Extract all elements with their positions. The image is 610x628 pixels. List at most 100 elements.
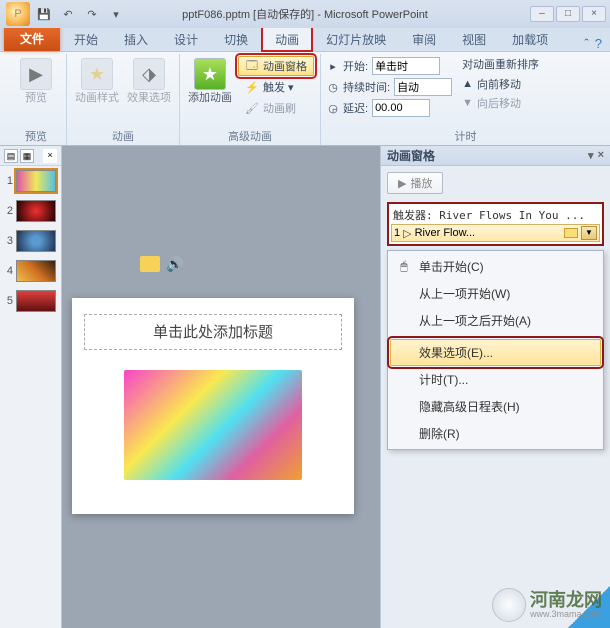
quick-access-toolbar: P 💾 ↶ ↷ ▾ xyxy=(0,2,132,26)
slide-canvas[interactable]: 🔊 单击此处添加标题 xyxy=(62,146,380,628)
delay-icon: ◶ xyxy=(327,102,339,115)
menu-hide-advanced[interactable]: 隐藏高级日程表(H) xyxy=(390,393,601,420)
workspace: ▤ ▦ × 1 2 3 4 5 🔊 单击此处添加标题 动画窗格 ▾× ▶ 播放 … xyxy=(0,146,610,628)
trigger-group: 触发器: River Flows In You ... 1 ▷ River Fl… xyxy=(387,202,604,246)
watermark-logo-icon xyxy=(492,588,526,622)
mouse-icon: 🖱 xyxy=(395,259,413,275)
delay-input[interactable] xyxy=(372,99,430,117)
duration-input[interactable] xyxy=(394,78,452,96)
audio-icon[interactable] xyxy=(140,256,160,272)
tab-review[interactable]: 审阅 xyxy=(400,27,448,51)
trigger-button[interactable]: ⚡ 触发 ▾ xyxy=(238,77,314,97)
ribbon: ▶ 预览 预览 ★ 动画样式 ⬗ 效果选项 动画 ★ 添加动画 xyxy=(0,52,610,146)
group-label: 计时 xyxy=(327,127,604,145)
thumbnail-5[interactable]: 5 xyxy=(0,286,61,316)
thumbnail-1[interactable]: 1 xyxy=(0,166,61,196)
thumbnail-4[interactable]: 4 xyxy=(0,256,61,286)
thumb-close-icon[interactable]: × xyxy=(43,149,57,163)
thumbnail-panel: ▤ ▦ × 1 2 3 4 5 xyxy=(0,146,62,628)
window-buttons: – □ × xyxy=(530,6,610,22)
minimize-button[interactable]: – xyxy=(530,6,554,22)
watermark: 河南龙网 www.3mama.com xyxy=(492,588,602,622)
pane-close-icon[interactable]: × xyxy=(598,149,604,162)
tab-addins[interactable]: 加载项 xyxy=(500,27,560,51)
animation-item[interactable]: 1 ▷ River Flow... ▼ xyxy=(391,224,600,242)
add-star-icon: ★ xyxy=(194,58,226,90)
play-tri-icon: ▷ xyxy=(403,227,411,240)
help-icon[interactable]: ? xyxy=(595,36,602,51)
trigger-header: 触发器: River Flows In You ... xyxy=(391,206,600,224)
app-icon[interactable]: P xyxy=(6,2,30,26)
pane-dropdown-icon[interactable]: ▾ xyxy=(588,149,594,162)
play-button[interactable]: ▶ 播放 xyxy=(387,172,443,194)
tab-insert[interactable]: 插入 xyxy=(112,27,160,51)
animation-pane: 动画窗格 ▾× ▶ 播放 触发器: River Flows In You ...… xyxy=(380,146,610,628)
bolt-icon: ⚡ xyxy=(245,80,259,94)
tab-transitions[interactable]: 切换 xyxy=(212,27,260,51)
undo-icon[interactable]: ↶ xyxy=(58,4,78,24)
move-earlier-button[interactable]: ▲向前移动 xyxy=(462,76,539,92)
pane-icon: 🗔 xyxy=(245,59,259,73)
animation-pane-header: 动画窗格 ▾× xyxy=(381,146,610,166)
context-menu: 🖱 单击开始(C) 从上一项开始(W) 从上一项之后开始(A) 效果选项(E).… xyxy=(387,250,604,450)
tab-design[interactable]: 设计 xyxy=(162,27,210,51)
timeline-bar xyxy=(564,228,578,238)
move-later-button[interactable]: ▼向后移动 xyxy=(462,95,539,111)
start-label: 开始: xyxy=(343,58,368,74)
speaker-icon[interactable]: 🔊 xyxy=(166,256,183,273)
ribbon-tabs: 文件 开始 插入 设计 切换 动画 幻灯片放映 审阅 视图 加载项 ˆ ? xyxy=(0,28,610,52)
duration-label: 持续时间: xyxy=(343,79,390,95)
add-animation-button[interactable]: ★ 添加动画 xyxy=(186,56,234,104)
group-label: 高级动画 xyxy=(186,127,314,145)
menu-after-previous[interactable]: 从上一项之后开始(A) xyxy=(390,307,601,334)
animation-painter-button[interactable]: 🖌 动画刷 xyxy=(238,98,314,118)
group-animation: ★ 动画样式 ⬗ 效果选项 动画 xyxy=(67,54,180,145)
slide-title-placeholder[interactable]: 单击此处添加标题 xyxy=(84,314,342,350)
slides-tab-icon[interactable]: ▦ xyxy=(20,149,34,163)
thumbnail-2[interactable]: 2 xyxy=(0,196,61,226)
tab-animations[interactable]: 动画 xyxy=(262,26,312,51)
save-icon[interactable]: 💾 xyxy=(34,4,54,24)
menu-timing[interactable]: 计时(T)... xyxy=(390,366,601,393)
tab-home[interactable]: 开始 xyxy=(62,27,110,51)
clock-icon: ◷ xyxy=(327,81,339,94)
maximize-button[interactable]: □ xyxy=(556,6,580,22)
item-dropdown-icon[interactable]: ▼ xyxy=(581,226,597,240)
group-label: 预览 xyxy=(12,127,60,145)
effect-options-button[interactable]: ⬗ 效果选项 xyxy=(125,56,173,104)
star-icon: ★ xyxy=(81,58,113,90)
menu-with-previous[interactable]: 从上一项开始(W) xyxy=(390,280,601,307)
slide[interactable]: 单击此处添加标题 xyxy=(72,298,354,514)
outline-tab-icon[interactable]: ▤ xyxy=(4,149,18,163)
tab-view[interactable]: 视图 xyxy=(450,27,498,51)
effect-icon: ⬗ xyxy=(133,58,165,90)
window-title: pptF086.pptm [自动保存的] - Microsoft PowerPo… xyxy=(182,6,428,22)
group-advanced: ★ 添加动画 🗔 动画窗格 ⚡ 触发 ▾ 🖌 动画刷 高级动画 xyxy=(180,54,321,145)
play-icon: ▸ xyxy=(327,60,339,73)
animation-pane-button[interactable]: 🗔 动画窗格 xyxy=(238,56,314,76)
slide-image[interactable] xyxy=(124,370,302,480)
menu-effect-options[interactable]: 效果选项(E)... xyxy=(390,339,601,366)
qat-more-icon[interactable]: ▾ xyxy=(106,4,126,24)
title-bar: P 💾 ↶ ↷ ▾ pptF086.pptm [自动保存的] - Microso… xyxy=(0,0,610,28)
group-label: 动画 xyxy=(73,127,173,145)
close-button[interactable]: × xyxy=(582,6,606,22)
animation-styles-button[interactable]: ★ 动画样式 xyxy=(73,56,121,104)
redo-icon[interactable]: ↷ xyxy=(82,4,102,24)
tab-slideshow[interactable]: 幻灯片放映 xyxy=(314,27,398,51)
reorder-label: 对动画重新排序 xyxy=(462,56,539,72)
menu-click-start[interactable]: 🖱 单击开始(C) xyxy=(390,253,601,280)
thumbnail-3[interactable]: 3 xyxy=(0,226,61,256)
start-input[interactable] xyxy=(372,57,440,75)
delay-label: 延迟: xyxy=(343,100,368,116)
thumbnail-tabs: ▤ ▦ × xyxy=(0,146,61,166)
ribbon-minimize-icon[interactable]: ˆ xyxy=(584,36,588,51)
group-timing: ▸ 开始: ◷ 持续时间: ◶ 延迟: 对动画重新排序 ▲向前移动 xyxy=(321,54,610,145)
preview-icon: ▶ xyxy=(20,58,52,90)
preview-button[interactable]: ▶ 预览 xyxy=(12,56,60,104)
menu-remove[interactable]: 删除(R) xyxy=(390,420,601,447)
group-preview: ▶ 预览 预览 xyxy=(6,54,67,145)
tab-file[interactable]: 文件 xyxy=(4,26,60,51)
play-arrow-icon: ▶ xyxy=(398,177,406,190)
brush-icon: 🖌 xyxy=(245,101,259,115)
